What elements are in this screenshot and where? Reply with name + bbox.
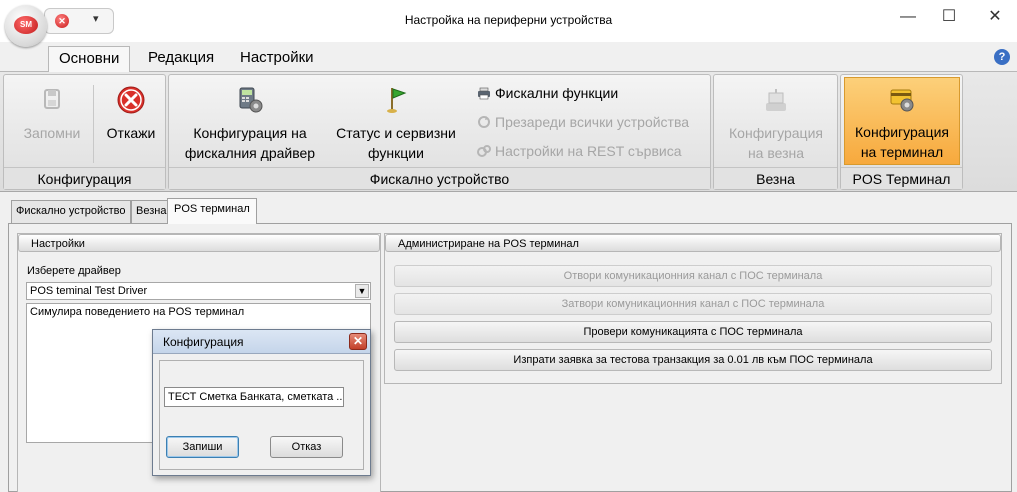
settings-icon bbox=[477, 145, 491, 157]
cancel-button[interactable]: Отказ bbox=[270, 436, 343, 458]
app-menu-button[interactable]: SM bbox=[5, 5, 47, 47]
fiscal-driver-config-label-2: фискалния драйвер bbox=[184, 145, 316, 161]
close-channel-button[interactable]: Затвори комуникационния канал с ПОС терм… bbox=[394, 293, 992, 315]
save-icon bbox=[44, 89, 60, 109]
rest-settings-button[interactable]: Настройки на REST сървиса bbox=[477, 141, 682, 161]
group-label: Везна bbox=[714, 167, 837, 189]
ribbon-tab-bar: Основни Редакция Настройки bbox=[0, 42, 1017, 73]
save-button[interactable]: Запомни bbox=[12, 79, 92, 143]
group-label: Фискално устройство bbox=[169, 167, 710, 189]
group-pos-terminal: Конфигурация на терминал POS Терминал bbox=[840, 74, 963, 190]
status-service-label-1: Статус и сервизни bbox=[336, 125, 456, 141]
close-window-button[interactable]: ✕ bbox=[980, 6, 1010, 28]
minimize-button[interactable]: — bbox=[893, 6, 923, 28]
open-channel-button[interactable]: Отвори комуникационния канал с ПОС терми… bbox=[394, 265, 992, 287]
close-icon[interactable]: ✕ bbox=[349, 333, 367, 350]
scale-config-button[interactable]: Конфигурация на везна bbox=[718, 79, 834, 163]
scale-config-label-1: Конфигурация bbox=[729, 125, 823, 141]
group-scale: Конфигурация на везна Везна bbox=[713, 74, 838, 190]
group-fiscal-device: Конфигурация на фискалния драйвер Статус… bbox=[168, 74, 711, 190]
terminal-config-label-2: на терминал bbox=[860, 144, 944, 160]
chevron-down-icon[interactable]: ▼ bbox=[355, 284, 369, 298]
flag-icon bbox=[387, 88, 407, 113]
fiscal-printer-icon bbox=[239, 87, 263, 113]
title-bar: ✕ ▾ Настройка на периферни устройства — … bbox=[0, 0, 1017, 42]
reload-icon bbox=[478, 116, 490, 128]
ribbon: Запомни Откажи Конфигурация Конфигурация bbox=[0, 72, 1017, 192]
driver-select[interactable]: POS teminal Test Driver ▼ bbox=[26, 282, 371, 300]
cancel-x-icon bbox=[117, 86, 145, 114]
window-title: Настройка на периферни устройства bbox=[404, 13, 613, 27]
cancel-label: Откажи bbox=[106, 125, 156, 141]
tab-basic[interactable]: Основни bbox=[48, 46, 131, 73]
group-label: Конфигурация bbox=[4, 167, 165, 189]
driver-label: Изберете драйвер bbox=[27, 265, 121, 277]
tab-settings[interactable]: Настройки bbox=[230, 46, 324, 72]
fiscal-driver-config-button[interactable]: Конфигурация на фискалния драйвер bbox=[175, 79, 325, 163]
dialog-title-bar: Конфигурация ✕ bbox=[153, 330, 370, 354]
scale-config-label-2: на везна bbox=[747, 145, 805, 161]
help-icon[interactable]: ? bbox=[994, 49, 1010, 65]
settings-panel-header: Настройки bbox=[18, 234, 380, 252]
tab-edit[interactable]: Редакция bbox=[138, 46, 224, 72]
fiscal-functions-label: Фискални функции bbox=[495, 85, 619, 101]
group-configuration: Запомни Откажи Конфигурация bbox=[3, 74, 166, 190]
separator bbox=[93, 85, 94, 163]
maximize-button[interactable]: ☐ bbox=[934, 6, 964, 28]
terminal-card-icon bbox=[890, 89, 914, 112]
app-logo-icon: SM bbox=[14, 16, 38, 34]
printer-small-icon bbox=[478, 87, 490, 100]
dialog-title: Конфигурация bbox=[163, 335, 244, 349]
fiscal-functions-button[interactable]: Фискални функции bbox=[477, 83, 618, 103]
terminal-config-button[interactable]: Конфигурация на терминал bbox=[844, 77, 960, 165]
reload-devices-label: Презареди всички устройства bbox=[495, 114, 690, 130]
check-communication-button[interactable]: Провери комуникацията с ПОС терминала bbox=[394, 321, 992, 343]
account-input[interactable]: ТЕСТ Сметка Банката, сметката .. bbox=[164, 387, 344, 407]
status-service-label-2: функции bbox=[368, 145, 424, 161]
test-transaction-button[interactable]: Изпрати заявка за тестова транзакция за … bbox=[394, 349, 992, 371]
reload-devices-button[interactable]: Презареди всички устройства bbox=[477, 112, 689, 132]
save-button[interactable]: Запиши bbox=[166, 436, 239, 458]
group-label: POS Терминал bbox=[841, 167, 962, 189]
fiscal-driver-config-label-1: Конфигурация на bbox=[193, 125, 307, 141]
cancel-button[interactable]: Откажи bbox=[98, 79, 164, 143]
rest-settings-label: Настройки на REST сървиса bbox=[495, 143, 682, 159]
scale-icon bbox=[766, 89, 786, 111]
status-service-button[interactable]: Статус и сервизни функции bbox=[331, 79, 461, 163]
admin-panel-header: Администриране на POS терминал bbox=[385, 234, 1001, 252]
save-label: Запомни bbox=[23, 125, 81, 141]
tab-fiscal-device[interactable]: Фискално устройство bbox=[11, 200, 131, 223]
terminal-config-label-1: Конфигурация bbox=[855, 124, 949, 140]
driver-select-value: POS teminal Test Driver bbox=[30, 285, 148, 297]
tab-scale[interactable]: Везна bbox=[131, 200, 172, 223]
tab-pos-terminal[interactable]: POS терминал bbox=[167, 198, 257, 224]
